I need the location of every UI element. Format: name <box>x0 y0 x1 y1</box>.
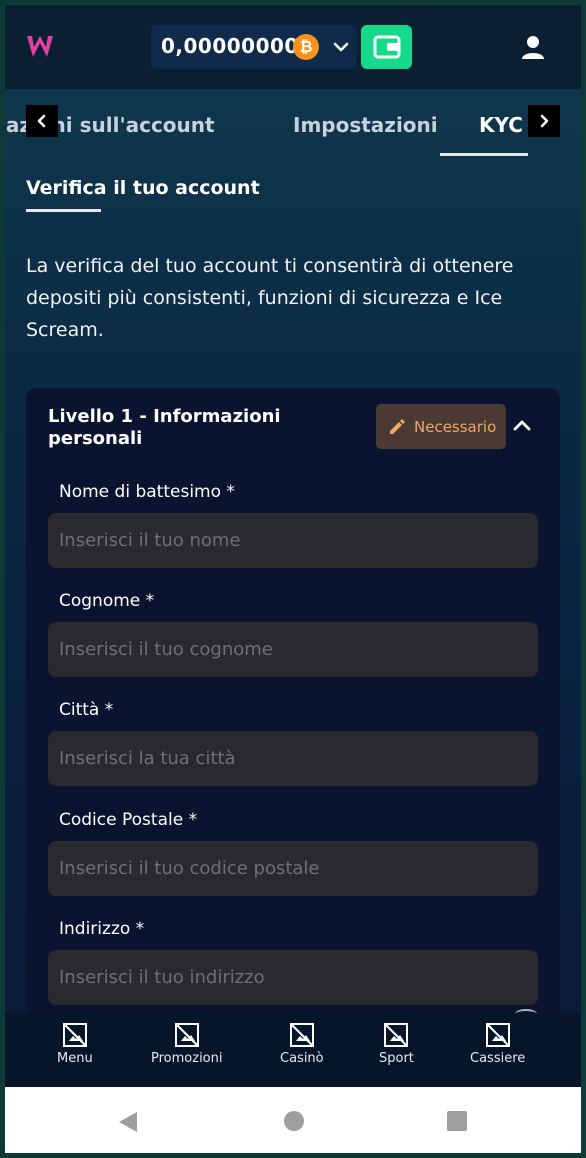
city-input[interactable] <box>48 731 538 786</box>
nav-label-cashier: Cassiere <box>470 1051 526 1066</box>
first-name-label: Nome di battesimo * <box>59 482 235 502</box>
nav-label-casino: Casinò <box>280 1051 324 1066</box>
active-tab-indicator <box>440 153 528 156</box>
address-input[interactable] <box>48 950 538 1005</box>
nav-label-sport: Sport <box>379 1051 414 1066</box>
postal-code-input[interactable] <box>48 841 538 896</box>
last-name-input[interactable] <box>48 622 538 677</box>
recent-apps-square-icon[interactable] <box>447 1111 467 1131</box>
section-description: La verifica del tuo account ti consentir… <box>26 255 514 341</box>
nav-label-menu: Menu <box>57 1051 93 1066</box>
user-icon[interactable] <box>519 33 547 61</box>
broken-image-icon <box>384 1023 409 1047</box>
balance-selector[interactable]: 0,00000000 ₿ <box>151 25 357 69</box>
chevron-right-icon <box>540 114 549 128</box>
nav-item-menu[interactable]: Menu <box>57 1021 93 1066</box>
broken-image-icon <box>62 1023 87 1047</box>
pencil-icon <box>390 418 405 434</box>
app-screen: 0,00000000 ₿ Informazioni sull'account I… <box>5 5 581 1087</box>
chevron-up-icon[interactable] <box>510 414 534 438</box>
nav-label-promotions: Promozioni <box>151 1051 223 1066</box>
system-navigation-bar <box>5 1087 581 1153</box>
bitcoin-icon: ₿ <box>293 34 319 60</box>
brand-logo[interactable] <box>25 31 55 61</box>
postal-code-label: Codice Postale * <box>59 810 198 830</box>
card-title: Livello 1 - Informazioni personali <box>48 406 281 449</box>
city-label: Città * <box>59 700 114 720</box>
nav-item-promotions[interactable]: Promozioni <box>151 1021 222 1066</box>
required-badge[interactable]: Necessario <box>376 404 506 449</box>
wallet-icon <box>373 35 400 59</box>
address-label: Indirizzo * <box>59 919 145 939</box>
section-title: Verifica il tuo account <box>26 177 260 199</box>
phone-frame: 0,00000000 ₿ Informazioni sull'account I… <box>5 5 581 1153</box>
tab-settings[interactable]: Impostazioni <box>293 113 438 137</box>
balance-amount: 0,00000000 <box>161 34 299 58</box>
nav-item-casino[interactable]: Casinò <box>280 1021 324 1066</box>
section-title-underline <box>26 209 101 212</box>
last-name-label: Cognome * <box>59 591 155 611</box>
wallet-button[interactable] <box>361 25 412 69</box>
tabs-scroll-right-button[interactable] <box>528 105 560 137</box>
nav-item-sport[interactable]: Sport <box>379 1021 414 1066</box>
nav-item-cashier[interactable]: Cassiere <box>470 1021 525 1066</box>
chevron-left-icon <box>37 114 46 128</box>
bottom-navigation: Menu Promozioni Casinò Sport Cassiere <box>5 1013 581 1087</box>
back-triangle-icon[interactable] <box>117 1110 139 1134</box>
tab-kyc[interactable]: KYC <box>479 113 523 137</box>
account-tabs: Informazioni sull'account Impostazioni K… <box>5 103 581 159</box>
broken-image-icon <box>485 1023 510 1047</box>
broken-image-icon <box>289 1023 314 1047</box>
first-name-input[interactable] <box>48 513 538 568</box>
required-badge-label: Necessario <box>414 417 497 436</box>
chevron-down-icon[interactable] <box>331 37 351 57</box>
top-header: 0,00000000 ₿ <box>5 5 581 89</box>
tabs-scroll-left-button[interactable] <box>26 105 58 137</box>
kyc-level-card: Livello 1 - Informazioni personali Neces… <box>26 388 560 1087</box>
broken-image-icon <box>174 1023 199 1047</box>
scroll-indicator <box>515 1009 537 1019</box>
home-circle-icon[interactable] <box>284 1111 304 1131</box>
